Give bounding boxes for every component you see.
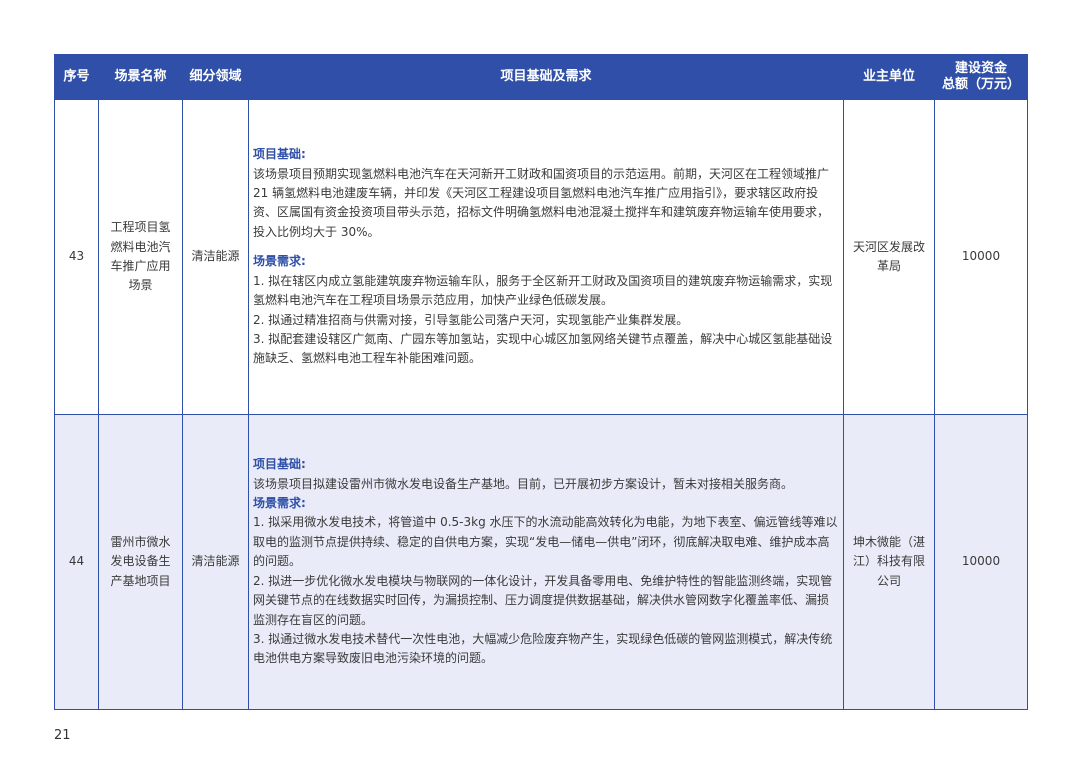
row-scene-name: 雷州市微水发电设备生产基地项目 [98, 414, 183, 710]
row-fund: 10000 [934, 99, 1028, 415]
basis-heading: 项目基础: [253, 457, 306, 472]
project-table: 序号 场景名称 细分领域 项目基础及需求 业主单位 建设资金 总额（万元） 43… [54, 54, 1028, 710]
basis-heading: 项目基础: [253, 147, 306, 162]
row-fund: 10000 [934, 414, 1028, 710]
row-field: 清洁能源 [182, 99, 249, 415]
row-scene-name: 工程项目氢燃料电池汽车推广应用场景 [98, 99, 183, 415]
header-basis: 项目基础及需求 [248, 54, 844, 100]
row-basis: 项目基础: 该场景项目预期实现氢燃料电池汽车在天河新开工财政和国资项目的示范运用… [248, 99, 844, 415]
needs-item: 1. 拟采用微水发电技术，将管道中 0.5-3kg 水压下的水流动能高效转化为电… [253, 515, 838, 569]
header-no: 序号 [54, 54, 99, 100]
page-number: 21 [54, 728, 71, 743]
header-fund: 建设资金 总额（万元） [934, 54, 1028, 100]
row-no: 43 [54, 99, 99, 415]
row-no: 44 [54, 414, 99, 710]
table-row: 44 雷州市微水发电设备生产基地项目 清洁能源 项目基础: 该场景项目拟建设雷州… [54, 414, 1028, 710]
row-owner: 天河区发展改革局 [843, 99, 935, 415]
needs-heading: 场景需求: [253, 254, 306, 269]
header-scene-name: 场景名称 [98, 54, 183, 100]
header-field: 细分领域 [182, 54, 249, 100]
basis-text: 该场景项目拟建设雷州市微水发电设备生产基地。目前，已开展初步方案设计，暂未对接相… [253, 476, 794, 491]
needs-item: 3. 拟配套建设辖区广氮南、广园东等加氢站，实现中心城区加氢网络关键节点覆盖，解… [253, 331, 833, 366]
row-owner: 坤木微能（湛江）科技有限公司 [843, 414, 935, 710]
needs-heading: 场景需求: [253, 496, 306, 511]
header-owner: 业主单位 [843, 54, 935, 100]
needs-item: 3. 拟通过微水发电技术替代一次性电池，大幅减少危险废弃物产生，实现绿色低碳的管… [253, 631, 833, 666]
table-row: 43 工程项目氢燃料电池汽车推广应用场景 清洁能源 项目基础: 该场景项目预期实… [54, 99, 1028, 415]
needs-item: 2. 拟通过精准招商与供需对接，引导氢能公司落户天河，实现氢能产业集群发展。 [253, 312, 689, 327]
header-fund-line1: 建设资金 [954, 61, 1007, 76]
row-basis: 项目基础: 该场景项目拟建设雷州市微水发电设备生产基地。目前，已开展初步方案设计… [248, 414, 844, 710]
needs-item: 2. 拟进一步优化微水发电模块与物联网的一体化设计，开发具备零用电、免维护特性的… [253, 573, 833, 627]
needs-item: 1. 拟在辖区内成立氢能建筑废弃物运输车队，服务于全区新开工财政及国资项目的建筑… [253, 273, 833, 308]
header-fund-line2: 总额（万元） [941, 77, 1020, 92]
basis-text: 该场景项目预期实现氢燃料电池汽车在天河新开工财政和国资项目的示范运用。前期，天河… [253, 166, 830, 239]
table-header-row: 序号 场景名称 细分领域 项目基础及需求 业主单位 建设资金 总额（万元） [54, 54, 1028, 100]
row-field: 清洁能源 [182, 414, 249, 710]
